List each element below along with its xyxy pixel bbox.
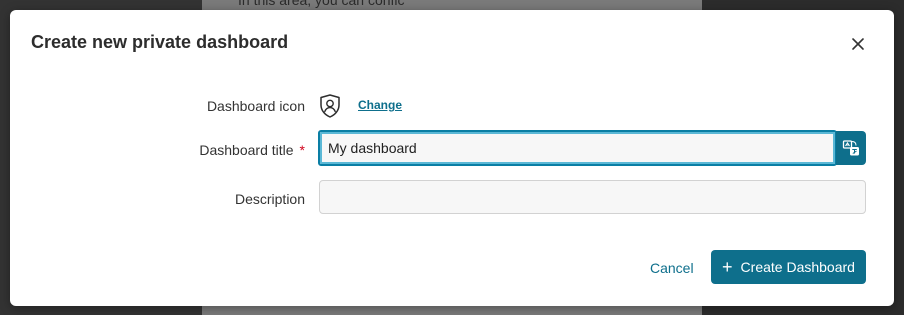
create-dashboard-button[interactable]: + Create Dashboard [711,250,866,284]
close-icon [852,38,864,50]
required-marker: * [299,142,305,158]
user-shield-icon [317,93,343,119]
dialog-title: Create new private dashboard [31,32,289,52]
translate-icon [842,140,859,156]
create-dashboard-label: Create Dashboard [740,259,855,275]
plus-icon: + [722,257,733,277]
background-text: In this area, you can confic [238,0,405,8]
dashboard-title-label: Dashboard title * [199,142,305,158]
close-button[interactable] [848,34,868,54]
create-dashboard-dialog: Create new private dashboard Dashboard i… [10,10,894,306]
translate-button[interactable] [836,131,866,165]
dashboard-icon-label: Dashboard icon [206,98,305,114]
change-icon-link[interactable]: Change [358,98,402,112]
cancel-button[interactable]: Cancel [650,260,694,276]
description-input[interactable] [319,180,866,214]
dashboard-title-label-text: Dashboard title [199,142,294,158]
description-label: Description [234,191,305,207]
dashboard-title-input[interactable] [318,130,837,166]
